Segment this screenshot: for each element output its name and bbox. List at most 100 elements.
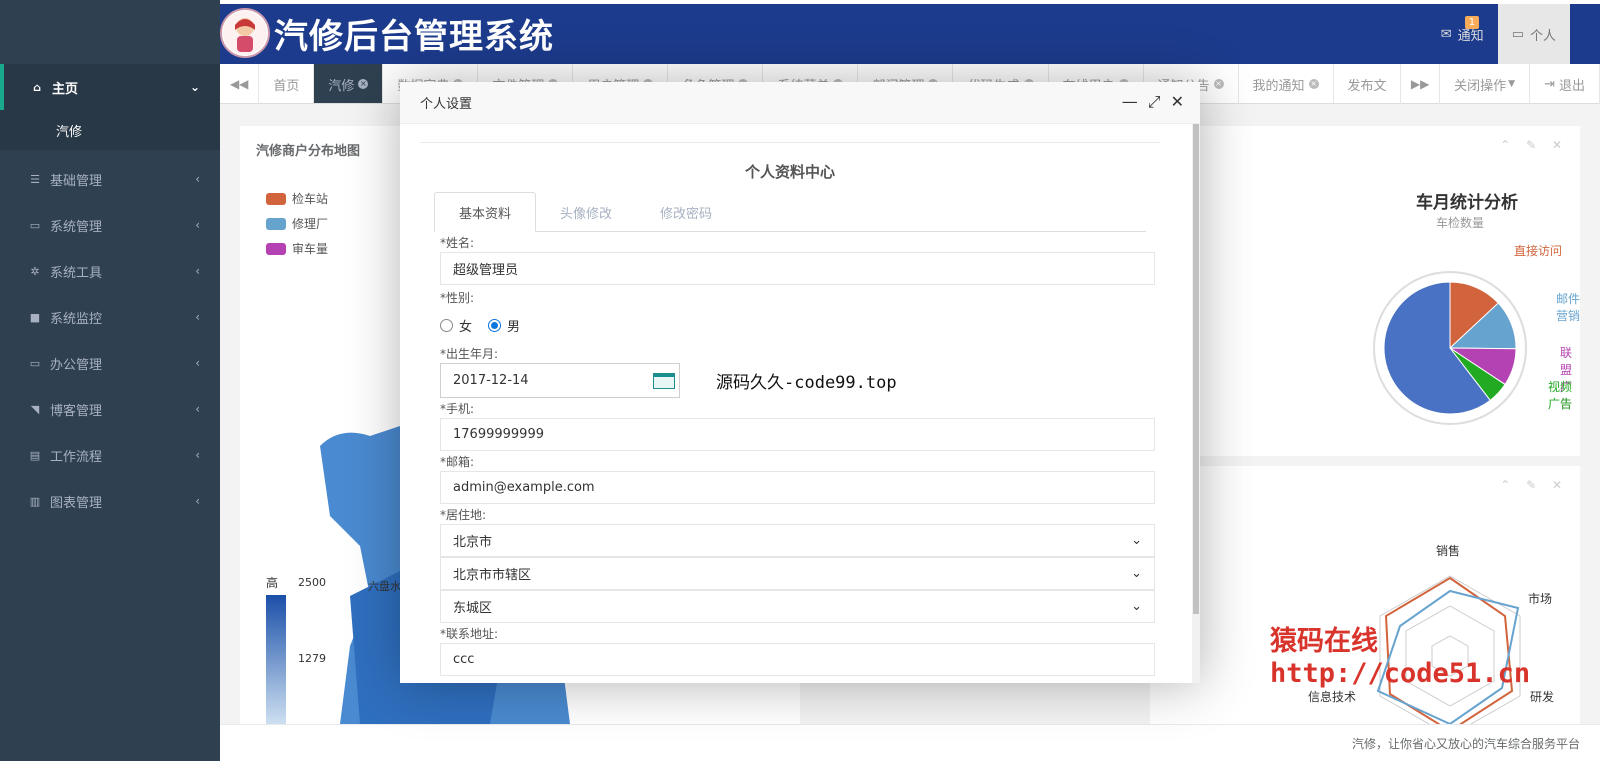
radar-label: 研发: [1530, 690, 1555, 704]
sidebar: ⌂ 主页 ⌄ 汽修 ☰ 基础管理 ‹ ▭ 系统管理 ‹ ✲ 系统工具 ‹ ■ 系…: [0, 0, 220, 761]
watermark: 源码久久-code99.top: [716, 373, 897, 393]
modal-controls: — ⤢ ✕: [1122, 92, 1184, 112]
district-select[interactable]: 东城区 ⌄: [440, 590, 1155, 623]
gear-icon: ✲: [30, 264, 40, 278]
rss-icon: ◥: [30, 402, 40, 416]
logo: [220, 8, 270, 58]
birth-date-field[interactable]: 2017-12-14: [440, 363, 680, 398]
sidebar-item-label: 博客管理: [50, 403, 103, 419]
address-field[interactable]: ccc: [440, 643, 1155, 676]
chevron-left-icon: ‹: [195, 448, 200, 462]
logout-label: 退出: [1558, 78, 1585, 94]
sidebar-subitem-label: 汽修: [56, 124, 83, 140]
sidebar-item-tools[interactable]: ✲ 系统工具 ‹: [0, 248, 220, 294]
close-icon[interactable]: ×: [1213, 79, 1224, 89]
modal-scrollbar[interactable]: [1192, 124, 1200, 683]
logout-button[interactable]: ⇥ 退出: [1530, 64, 1600, 104]
address-label: *联系地址:: [440, 627, 499, 641]
email-field[interactable]: admin@example.com: [440, 471, 1155, 504]
label-text: 性别:: [446, 291, 475, 305]
tab-home[interactable]: 首页: [259, 64, 315, 103]
desktop-icon: ▭: [29, 218, 41, 232]
tab-label: 发布文: [1347, 78, 1387, 94]
name-field[interactable]: 超级管理员: [440, 252, 1155, 285]
sidebar-item-basic[interactable]: ☰ 基础管理 ‹: [0, 156, 220, 202]
tab-basic-info[interactable]: 基本资料: [434, 192, 537, 232]
city-select[interactable]: 北京市市辖区 ⌄: [440, 557, 1155, 590]
pie-label: 视频广告: [1548, 380, 1573, 411]
sidebar-item-office[interactable]: ▭ 办公管理 ‹: [0, 340, 220, 386]
caret-down-icon: ▼: [1508, 79, 1516, 89]
close-ops-label: 关闭操作: [1454, 78, 1507, 94]
home-icon: ⌂: [33, 80, 41, 94]
tabs-right: ▶▶ 关闭操作 ▼ ⇥ 退出: [1400, 64, 1600, 104]
sidebar-item-blog[interactable]: ◥ 博客管理 ‹: [0, 386, 220, 432]
chevron-left-icon: ‹: [195, 402, 200, 416]
gender-radio-group: 女 男: [440, 307, 1140, 343]
profile-form: *姓名: 超级管理员 *性别: 女 男 *出生年月: 2017-12-14 源码…: [420, 232, 1160, 676]
sidebar-item-label: 办公管理: [50, 357, 103, 373]
tab-password[interactable]: 修改密码: [636, 192, 736, 232]
chevron-left-icon: ‹: [195, 310, 200, 324]
sidebar-item-label: 图表管理: [50, 495, 103, 511]
scrollbar-thumb[interactable]: [1193, 124, 1199, 614]
notify-button[interactable]: ✉ 通知 1: [1427, 4, 1498, 64]
maximize-icon[interactable]: ⤢: [1148, 92, 1161, 112]
bar-chart-icon: ▥: [29, 494, 41, 508]
tab-qixiu[interactable]: 汽修 ×: [314, 64, 384, 103]
logo-figure-icon: [223, 11, 267, 55]
personal-label: 个人: [1529, 28, 1556, 44]
sidebar-item-label: 系统监控: [50, 311, 103, 327]
gender-female-radio[interactable]: [440, 318, 453, 332]
modal-title: 个人设置: [420, 97, 473, 112]
chevron-left-icon: ‹: [195, 264, 200, 278]
modal-header[interactable]: 个人设置 — ⤢ ✕: [400, 82, 1200, 124]
tabs-scroll-right-button[interactable]: ▶▶: [1400, 64, 1441, 104]
chevron-down-icon: ⌄: [189, 80, 200, 94]
sidebar-item-home[interactable]: ⌂ 主页 ⌄: [0, 64, 220, 110]
sidebar-subitem-qixiu[interactable]: 汽修: [0, 110, 220, 150]
chevron-left-icon: ‹: [195, 218, 200, 232]
label-text: 姓名:: [446, 236, 475, 250]
calendar-icon[interactable]: [653, 372, 675, 389]
close-ops-dropdown[interactable]: 关闭操作 ▼: [1440, 64, 1531, 104]
tab-avatar[interactable]: 头像修改: [536, 192, 636, 232]
scale-max: 2500: [298, 576, 326, 589]
radar-label: 销售: [1436, 544, 1461, 558]
sidebar-item-charts[interactable]: ▥ 图表管理 ‹: [0, 478, 220, 524]
minimize-icon[interactable]: —: [1122, 92, 1138, 112]
gender-male-radio[interactable]: [488, 318, 502, 332]
watermark-line: http://code51.cn: [1270, 658, 1531, 689]
province-select[interactable]: 北京市 ⌄: [440, 524, 1155, 557]
sidebar-item-label: 系统管理: [50, 219, 103, 235]
personal-button[interactable]: ▭ 个人: [1497, 4, 1570, 64]
tab-publish[interactable]: 发布文: [1334, 64, 1401, 103]
sidebar-item-label: 工作流程: [50, 449, 103, 465]
tab-label: 我的通知: [1252, 78, 1305, 94]
sidebar-item-workflow[interactable]: ▤ 工作流程 ‹: [0, 432, 220, 478]
birth-row: 2017-12-14 源码久久-code99.top: [440, 363, 1140, 398]
tab-label: 汽修: [328, 78, 355, 94]
map-scale: 高 2500 1279: [266, 574, 326, 725]
divider: [420, 142, 1160, 143]
sidebar-top: [0, 0, 220, 64]
laptop-icon: ▭: [29, 356, 41, 370]
birth-label: *出生年月:: [440, 347, 499, 361]
double-chevron-right-icon: ▶▶: [1410, 77, 1430, 91]
scale-mid: 1279: [298, 652, 326, 665]
chevron-left-icon: ‹: [195, 356, 200, 370]
phone-field[interactable]: 17699999999: [440, 418, 1155, 451]
pie-panel: ⌃ ✎ ✕ 车月统计分析 车检数量 直接访问 邮件营销 联盟广告 视频广告: [1150, 126, 1580, 456]
district-value: 东城区: [453, 601, 493, 616]
close-icon[interactable]: ×: [1308, 79, 1319, 89]
sidebar-item-system[interactable]: ▭ 系统管理 ‹: [0, 202, 220, 248]
close-icon[interactable]: ✕: [1171, 92, 1184, 112]
name-label: *姓名:: [440, 236, 475, 250]
notify-badge: 1: [1464, 16, 1480, 29]
sign-out-icon: ⇥: [1544, 76, 1555, 92]
print-icon: ▤: [29, 448, 41, 462]
tab-my-notices[interactable]: 我的通知 ×: [1239, 64, 1334, 103]
sidebar-item-monitor[interactable]: ■ 系统监控 ‹: [0, 294, 220, 340]
close-icon[interactable]: ×: [358, 79, 369, 89]
tabs-scroll-left-button[interactable]: ◀◀: [220, 64, 260, 104]
